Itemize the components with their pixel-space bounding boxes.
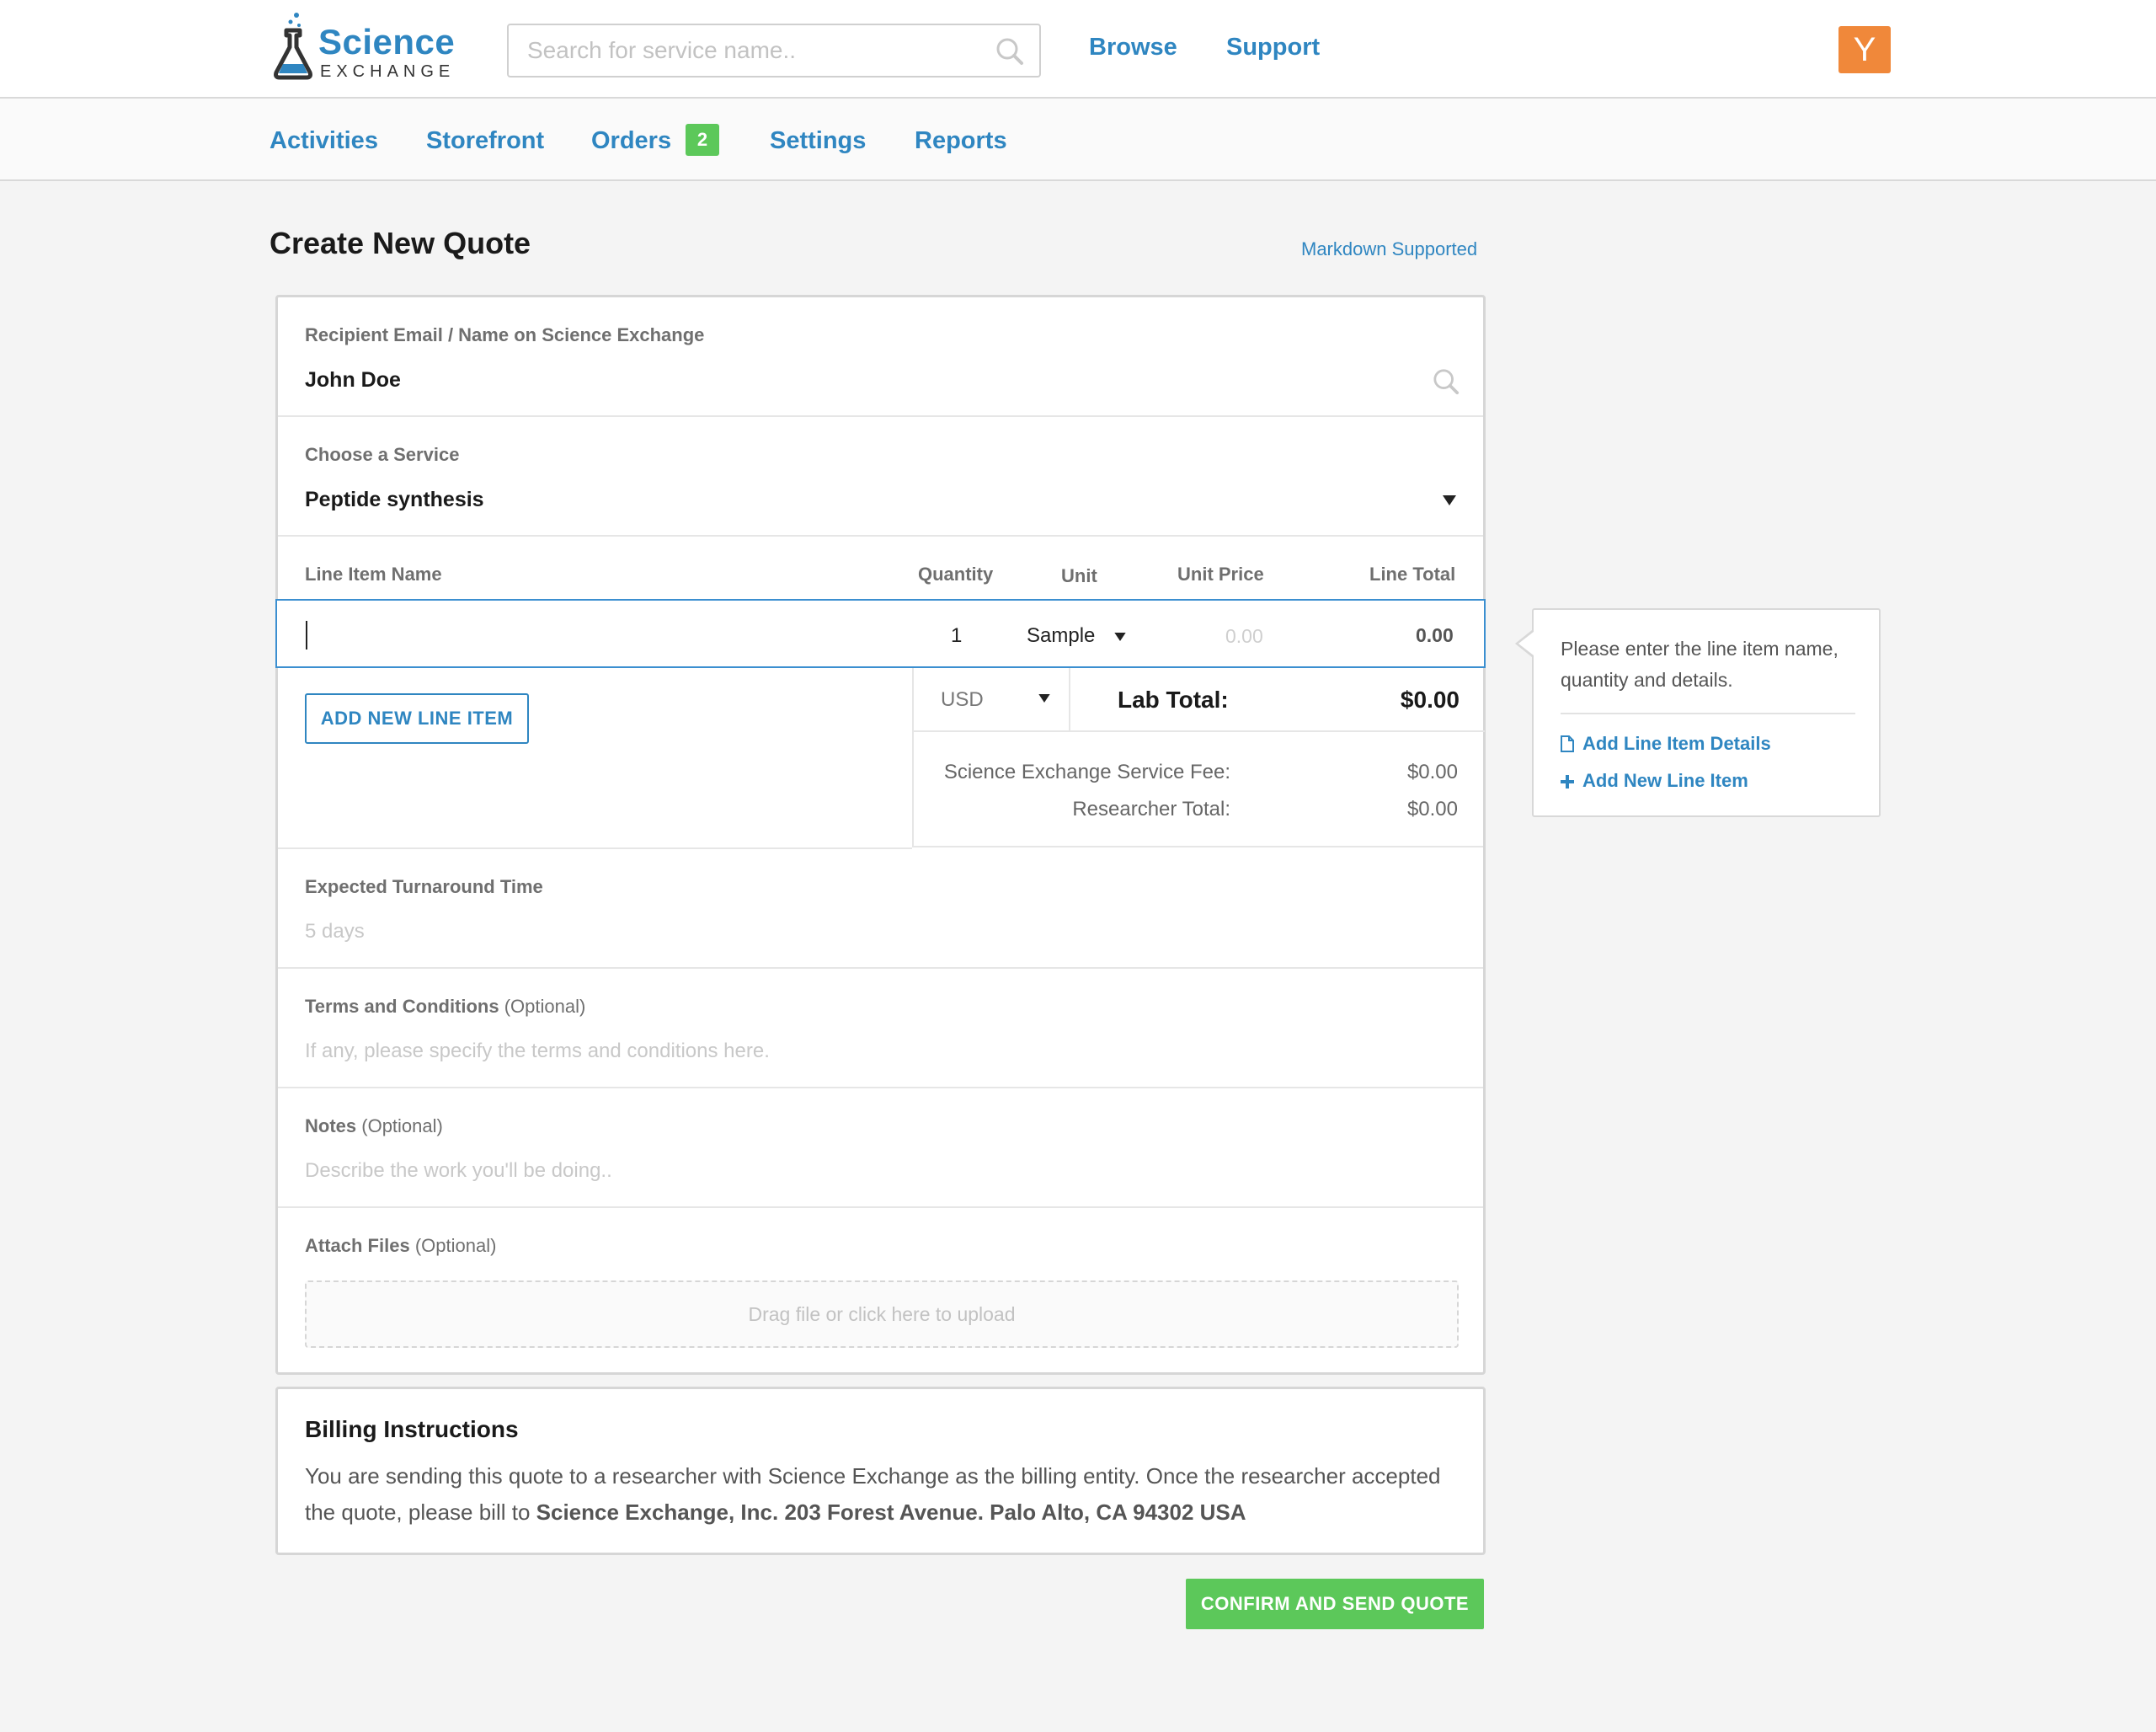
dropdown-arrow-icon[interactable] <box>1443 494 1456 510</box>
terms-label-text: Terms and Conditions <box>305 996 499 1017</box>
billing-text: You are sending this quote to a research… <box>305 1458 1467 1531</box>
billing-title: Billing Instructions <box>305 1416 519 1442</box>
notes-label-text: Notes <box>305 1115 357 1136</box>
line-total-value: 0.00 <box>1416 624 1454 646</box>
page-title: Create New Quote <box>270 226 531 260</box>
attach-label-text: Attach Files <box>305 1235 410 1256</box>
service-label: Choose a Service <box>305 444 460 465</box>
recipient-search-icon[interactable] <box>1433 368 1460 399</box>
confirm-and-send-quote-button[interactable]: CONFIRM AND SEND QUOTE <box>1186 1579 1484 1629</box>
logo-subtitle: EXCHANGE <box>320 62 456 81</box>
unit-price-input[interactable]: 0.00 <box>1225 625 1263 648</box>
browse-link[interactable]: Browse <box>1089 34 1177 61</box>
lab-total-row: Lab Total: $0.00 <box>1070 668 1485 732</box>
flask-icon <box>274 13 312 80</box>
billing-address: Science Exchange, Inc. 203 Forest Avenue… <box>536 1499 1246 1525</box>
billing-instructions: Billing Instructions You are sending thi… <box>275 1387 1486 1555</box>
add-line-item-details-link[interactable]: Add Line Item Details <box>1561 733 1771 755</box>
col-quantity: Quantity <box>918 564 994 585</box>
col-unit: Unit <box>1061 565 1097 586</box>
logo-wordmark: Science <box>318 22 456 61</box>
add-item-label: Add New Line Item <box>1582 770 1748 791</box>
tooltip-divider <box>1561 713 1855 714</box>
orders-count-badge: 2 <box>686 124 719 156</box>
attach-label: Attach Files (Optional) <box>305 1235 496 1257</box>
terms-section[interactable]: Terms and Conditions (Optional) If any, … <box>278 969 1483 1088</box>
turnaround-input[interactable]: 5 days <box>305 920 365 944</box>
science-exchange-logo[interactable]: Science EXCHANGE <box>271 10 455 81</box>
top-header: Science EXCHANGE Browse Support Y <box>0 0 2156 99</box>
line-item-row[interactable]: 1 Sample 0.00 0.00 <box>275 599 1486 668</box>
add-new-line-item-link[interactable]: Add New Line Item <box>1561 770 1748 792</box>
service-fee-label: Science Exchange Service Fee: <box>943 761 1230 783</box>
terms-optional-text: (Optional) <box>504 996 586 1017</box>
nav-activities[interactable]: Activities <box>270 127 378 155</box>
turnaround-section[interactable]: Expected Turnaround Time 5 days <box>278 849 1483 969</box>
totals-panel: USD Lab Total: $0.00 Science Exchange Se… <box>912 668 1485 847</box>
col-unit-price: Unit Price <box>1177 564 1264 585</box>
line-item-help-tooltip: Please enter the line item name, quantit… <box>1515 608 1881 817</box>
notes-input[interactable]: Describe the work you'll be doing.. <box>305 1159 612 1183</box>
service-select[interactable]: Choose a Service Peptide synthesis <box>278 417 1483 537</box>
recipient-field[interactable]: John Doe <box>305 368 401 393</box>
account-nav: Activities Storefront Orders 2 Settings … <box>0 99 2156 181</box>
nav-storefront[interactable]: Storefront <box>426 127 544 155</box>
line-item-header: Line Item Name Quantity Unit Unit Price … <box>278 537 1483 601</box>
notes-label: Notes (Optional) <box>305 1115 443 1137</box>
researcher-total-label: Researcher Total: <box>1072 798 1230 821</box>
currency-value: USD <box>941 688 984 711</box>
quote-form: Recipient Email / Name on Science Exchan… <box>275 295 1486 1375</box>
nav-orders[interactable]: Orders <box>591 127 671 155</box>
notes-optional-text: (Optional) <box>361 1115 443 1136</box>
recipient-label: Recipient Email / Name on Science Exchan… <box>305 324 705 345</box>
tooltip-arrow-fill <box>1518 632 1534 655</box>
nav-reports[interactable]: Reports <box>915 127 1007 155</box>
support-link[interactable]: Support <box>1226 34 1320 61</box>
plus-icon <box>1561 775 1574 788</box>
user-avatar[interactable]: Y <box>1838 26 1891 73</box>
unit-select[interactable]: Sample <box>1027 624 1126 648</box>
notes-section[interactable]: Notes (Optional) Describe the work you'l… <box>278 1088 1483 1208</box>
tooltip-text: Please enter the line item name, quantit… <box>1561 638 1838 691</box>
currency-select[interactable]: USD <box>914 668 1070 732</box>
terms-label: Terms and Conditions (Optional) <box>305 996 585 1018</box>
terms-input[interactable]: If any, please specify the terms and con… <box>305 1040 770 1063</box>
file-upload-dropzone[interactable]: Drag file or click here to upload <box>305 1280 1459 1348</box>
search-icon[interactable] <box>995 37 1024 70</box>
lab-total-label: Lab Total: <box>1118 687 1229 713</box>
researcher-total-value: $0.00 <box>1406 798 1458 821</box>
quantity-input[interactable]: 1 <box>951 624 962 648</box>
unit-dropdown-arrow-icon <box>1114 633 1126 641</box>
recipient-section[interactable]: Recipient Email / Name on Science Exchan… <box>278 297 1483 417</box>
col-line-item-name: Line Item Name <box>305 564 442 585</box>
add-details-label: Add Line Item Details <box>1582 733 1771 754</box>
document-icon <box>1561 735 1574 752</box>
currency-dropdown-arrow-icon <box>1038 694 1050 703</box>
lab-total-value: $0.00 <box>1400 687 1460 713</box>
service-fee-value: $0.00 <box>1406 761 1458 783</box>
markdown-supported-link[interactable]: Markdown Supported <box>1301 238 1477 260</box>
col-line-total: Line Total <box>1369 564 1456 585</box>
turnaround-label: Expected Turnaround Time <box>305 876 543 897</box>
add-new-line-item-button[interactable]: ADD NEW LINE ITEM <box>305 693 529 744</box>
attach-optional-text: (Optional) <box>414 1235 497 1256</box>
unit-value: Sample <box>1027 624 1096 647</box>
service-value[interactable]: Peptide synthesis <box>305 488 484 512</box>
nav-settings[interactable]: Settings <box>770 127 866 155</box>
service-search[interactable] <box>507 24 1041 78</box>
text-cursor <box>306 621 307 650</box>
search-input[interactable] <box>526 32 980 69</box>
